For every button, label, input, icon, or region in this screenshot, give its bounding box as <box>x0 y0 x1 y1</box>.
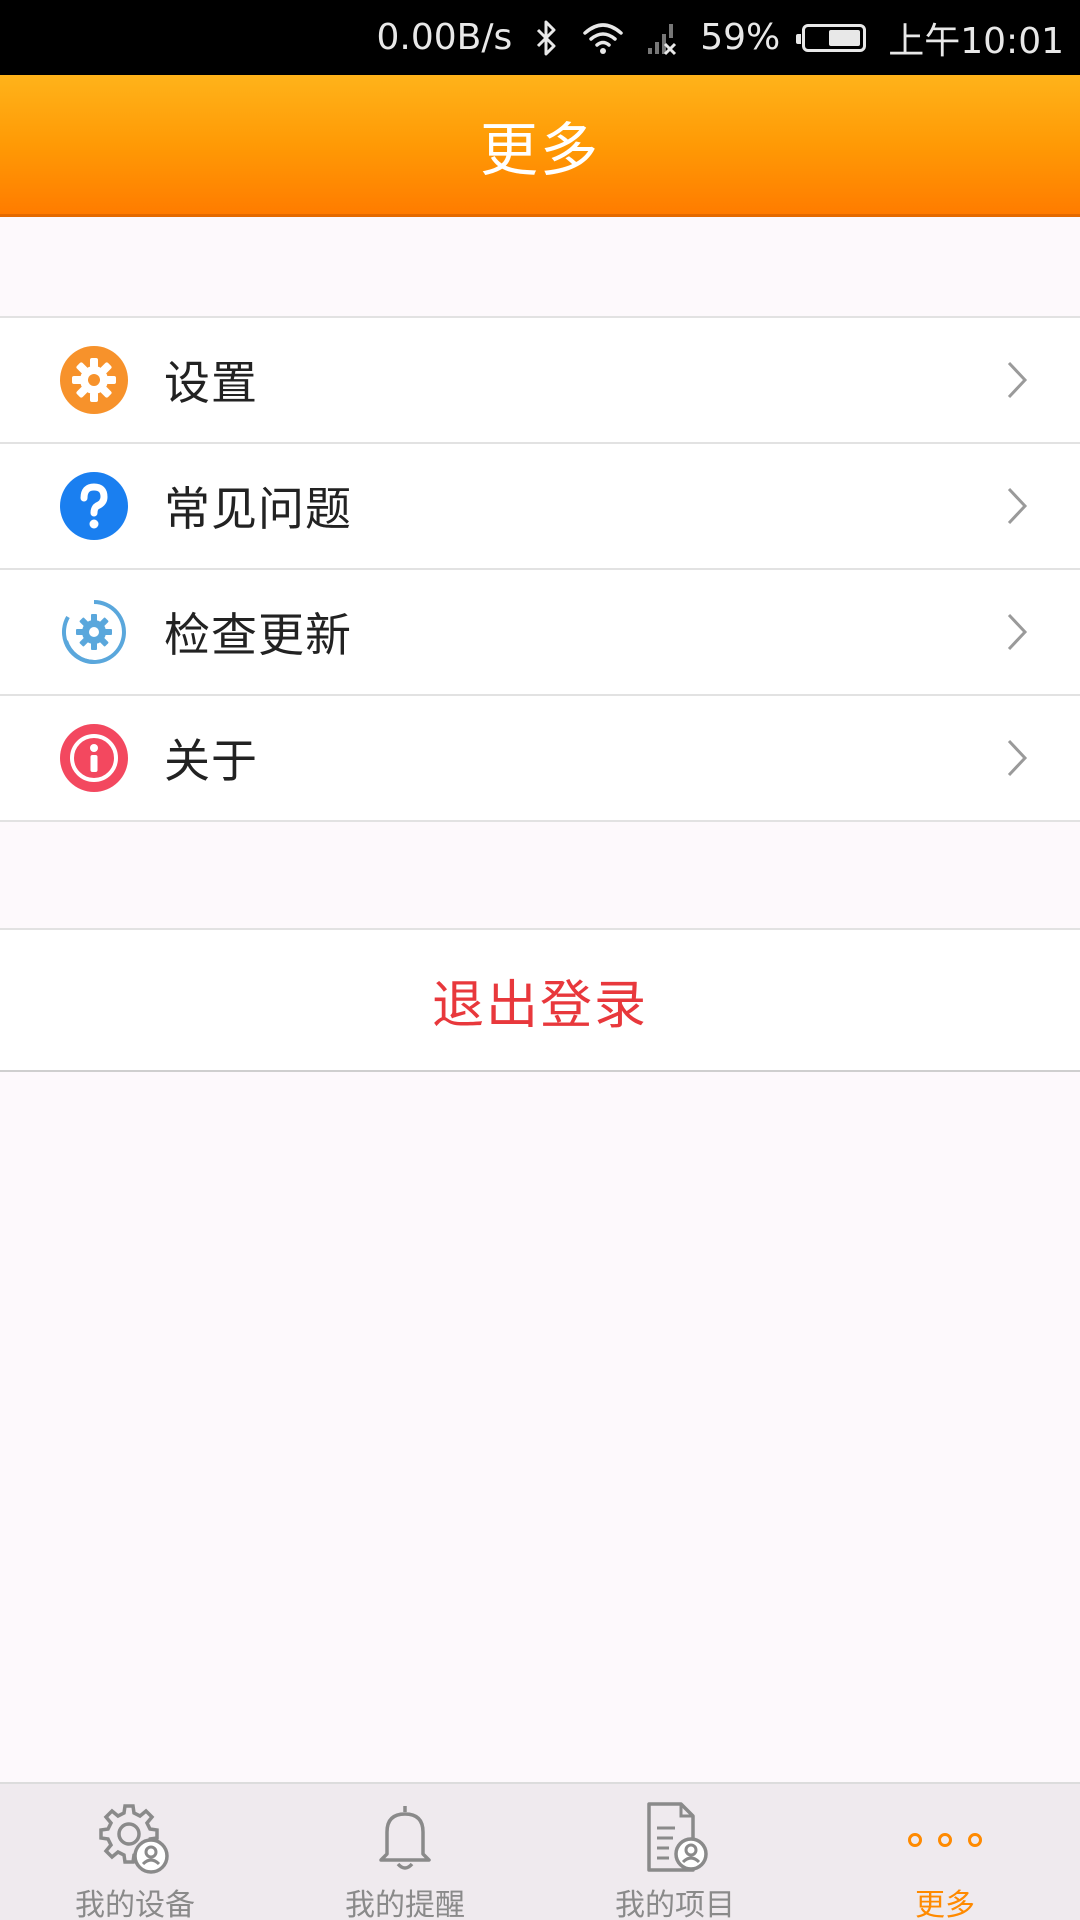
battery-percent: 59% <box>700 17 781 58</box>
menu-item-label: 常见问题 <box>164 482 352 536</box>
menu-item-label: 关于 <box>164 734 258 788</box>
wifi-icon <box>582 21 624 55</box>
tab-label: 我的项目 <box>615 1888 735 1920</box>
tab-my-projects[interactable]: 我的项目 <box>540 1784 810 1920</box>
more-dots-icon <box>905 1798 985 1878</box>
status-time: 上午10:01 <box>888 20 1064 62</box>
question-icon <box>60 472 128 540</box>
menu-list: 设置 常见问题 检查更新 关于 <box>0 316 1080 822</box>
network-speed: 0.00B/s <box>376 17 513 58</box>
logout-button[interactable]: 退出登录 <box>0 928 1080 1072</box>
battery-icon <box>796 23 867 52</box>
menu-item-check-update[interactable]: 检查更新 <box>0 570 1080 696</box>
document-icon <box>635 1798 715 1878</box>
device-gear-icon <box>95 1798 175 1878</box>
bell-icon <box>365 1798 445 1878</box>
tab-my-reminders[interactable]: 我的提醒 <box>270 1784 540 1920</box>
bottom-nav: 我的设备 我的提醒 我的项目 更多 <box>0 1782 1080 1920</box>
bluetooth-icon <box>534 20 560 56</box>
screen: 0.00B/s 59% 上午10:01 更多 设置 常见问题 检查更新 关于 退… <box>0 0 1080 1920</box>
page-title: 更多 <box>479 115 600 184</box>
menu-item-settings[interactable]: 设置 <box>0 318 1080 444</box>
chevron-right-icon <box>1006 612 1028 656</box>
update-gear-icon <box>60 598 128 666</box>
chevron-right-icon <box>1006 738 1028 782</box>
info-icon <box>60 724 128 792</box>
status-bar: 0.00B/s 59% 上午10:01 <box>0 0 1080 75</box>
tab-label: 我的提醒 <box>345 1888 465 1920</box>
tab-more[interactable]: 更多 <box>810 1784 1080 1920</box>
menu-item-faq[interactable]: 常见问题 <box>0 444 1080 570</box>
menu-item-label: 设置 <box>164 356 258 410</box>
chevron-right-icon <box>1006 360 1028 404</box>
chevron-right-icon <box>1006 486 1028 530</box>
signal-icon <box>646 20 678 56</box>
logout-label: 退出登录 <box>431 975 648 1036</box>
page-header: 更多 <box>0 75 1080 217</box>
tab-label: 我的设备 <box>75 1888 195 1920</box>
menu-item-label: 检查更新 <box>164 608 352 662</box>
gear-icon <box>60 346 128 414</box>
tab-my-devices[interactable]: 我的设备 <box>0 1784 270 1920</box>
tab-label: 更多 <box>915 1888 975 1920</box>
menu-item-about[interactable]: 关于 <box>0 696 1080 822</box>
